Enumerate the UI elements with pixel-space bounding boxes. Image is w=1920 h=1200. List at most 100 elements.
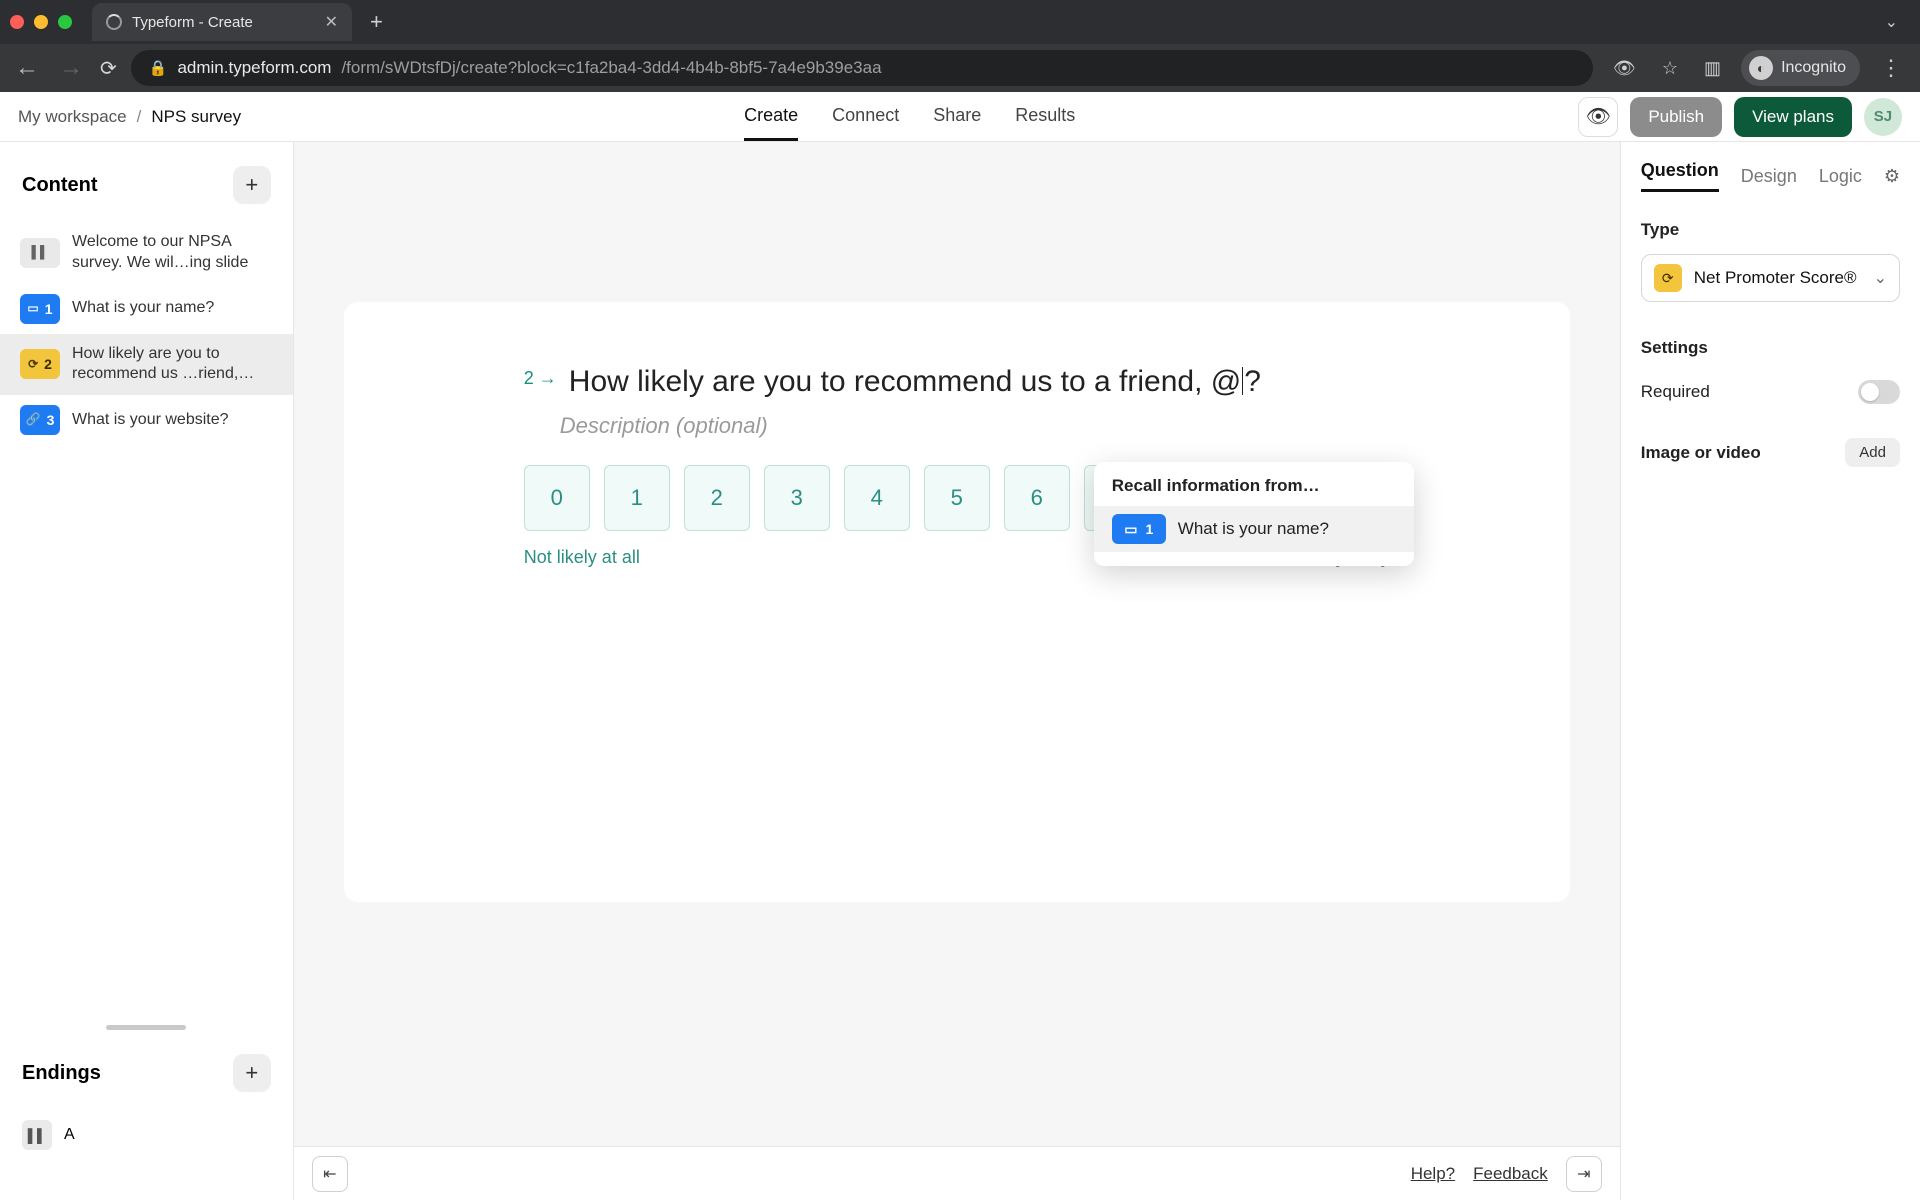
- recall-popover-title: Recall information from…: [1094, 476, 1414, 506]
- description-input[interactable]: Description (optional): [560, 413, 1354, 439]
- canvas-area: 2 → How likely are you to recommend us t…: [294, 142, 1620, 1200]
- url-path: /form/sWDtsfDj/create?block=c1fa2ba4-3dd…: [341, 58, 881, 78]
- type-dropdown[interactable]: ⟳ Net Promoter Score® ⌄: [1641, 254, 1900, 302]
- minimize-window-icon[interactable]: [34, 15, 48, 29]
- back-button[interactable]: ←: [12, 54, 42, 82]
- badge-number: 3: [47, 411, 55, 429]
- app-header: My workspace / NPS survey Create Connect…: [0, 92, 1920, 142]
- incognito-chip[interactable]: ◐ Incognito: [1741, 50, 1860, 86]
- nps-option[interactable]: 1: [604, 465, 670, 531]
- breadcrumb: My workspace / NPS survey: [18, 107, 241, 127]
- avatar[interactable]: SJ: [1864, 98, 1902, 136]
- question-canvas: 2 → How likely are you to recommend us t…: [344, 302, 1570, 902]
- list-item[interactable]: ▌▌ Welcome to our NPSA survey. We wil…in…: [0, 222, 293, 284]
- url-host: admin.typeform.com: [177, 58, 331, 78]
- content-header: Content +: [0, 142, 293, 222]
- help-link[interactable]: Help?: [1411, 1164, 1455, 1184]
- window-controls: [10, 15, 72, 29]
- question-row: 2 → How likely are you to recommend us t…: [524, 362, 1390, 403]
- address-bar[interactable]: 🔒 admin.typeform.com /form/sWDtsfDj/crea…: [131, 50, 1593, 86]
- left-sidebar: Content + ▌▌ Welcome to our NPSA survey.…: [0, 142, 294, 1200]
- question-text-suffix: ?: [1244, 365, 1261, 398]
- nps-option[interactable]: 5: [924, 465, 990, 531]
- browser-menu-icon[interactable]: ⋮: [1874, 55, 1908, 81]
- add-media-button[interactable]: Add: [1845, 438, 1900, 467]
- incognito-label: Incognito: [1781, 59, 1846, 77]
- bookmark-star-icon[interactable]: ☆: [1656, 58, 1684, 79]
- ending-letter: A: [64, 1126, 75, 1144]
- tab-results[interactable]: Results: [1015, 93, 1075, 141]
- side-panel-icon[interactable]: ▥: [1698, 58, 1727, 79]
- nps-option[interactable]: 4: [844, 465, 910, 531]
- incognito-icon: ◐: [1749, 56, 1773, 80]
- form-title[interactable]: NPS survey: [151, 107, 241, 127]
- view-plans-button[interactable]: View plans: [1734, 97, 1852, 137]
- eye-off-icon[interactable]: 👁: [1607, 58, 1642, 79]
- required-toggle[interactable]: [1858, 380, 1900, 404]
- collapse-right-button[interactable]: ⇥: [1566, 1156, 1602, 1192]
- header-tabs: Create Connect Share Results: [744, 93, 1075, 141]
- preview-button[interactable]: 👁: [1578, 97, 1618, 137]
- media-label: Image or video: [1641, 443, 1761, 463]
- close-tab-icon[interactable]: ✕: [325, 12, 338, 32]
- tab-connect[interactable]: Connect: [832, 93, 899, 141]
- tab-logic[interactable]: Logic: [1819, 166, 1862, 187]
- tab-overflow-icon[interactable]: ⌄: [1873, 12, 1910, 32]
- type-value: Net Promoter Score®: [1694, 268, 1862, 288]
- tab-design[interactable]: Design: [1741, 166, 1797, 187]
- gear-icon[interactable]: ⚙: [1884, 166, 1900, 187]
- required-row: Required: [1641, 380, 1900, 404]
- list-item[interactable]: ⟳2 How likely are you to recommend us …r…: [0, 334, 293, 396]
- badge-number: 1: [45, 300, 53, 318]
- browser-tab[interactable]: Typeform - Create ✕: [92, 3, 352, 41]
- badge-number: 2: [44, 355, 52, 373]
- maximize-window-icon[interactable]: [58, 15, 72, 29]
- recall-option-badge: ▭1: [1112, 514, 1166, 544]
- nps-option[interactable]: 2: [684, 465, 750, 531]
- list-item-label: How likely are you to recommend us …rien…: [72, 344, 273, 386]
- list-item[interactable]: 🔗3 What is your website?: [0, 395, 293, 445]
- nps-option[interactable]: 0: [524, 465, 590, 531]
- reload-button[interactable]: ⟳: [100, 56, 117, 81]
- required-label: Required: [1641, 382, 1710, 402]
- endings-title: Endings: [22, 1062, 101, 1085]
- list-item-label: What is your website?: [72, 410, 273, 431]
- tab-share[interactable]: Share: [933, 93, 981, 141]
- workspace-link[interactable]: My workspace: [18, 107, 127, 127]
- endings-header: Endings +: [0, 1030, 293, 1110]
- recall-popover: Recall information from… ▭1 What is your…: [1094, 462, 1414, 566]
- list-item-label: What is your name?: [72, 298, 273, 319]
- list-item[interactable]: ▭1 What is your name?: [0, 284, 293, 334]
- settings-section-title: Settings: [1641, 338, 1900, 358]
- welcome-icon: ▌▌: [20, 238, 60, 268]
- collapse-left-button[interactable]: ⇤: [312, 1156, 348, 1192]
- new-tab-button[interactable]: +: [362, 9, 391, 35]
- close-window-icon[interactable]: [10, 15, 24, 29]
- add-content-button[interactable]: +: [233, 166, 271, 204]
- nps-option[interactable]: 6: [1004, 465, 1070, 531]
- feedback-link[interactable]: Feedback: [1473, 1164, 1548, 1184]
- right-sidebar: Question Design Logic ⚙ Type ⟳ Net Promo…: [1620, 142, 1920, 1200]
- short-text-icon: ▭1: [20, 294, 60, 324]
- list-item-label: Welcome to our NPSA survey. We wil…ing s…: [72, 232, 273, 274]
- tab-create[interactable]: Create: [744, 93, 798, 141]
- forward-button: →: [56, 54, 86, 82]
- recall-option[interactable]: ▭1 What is your name?: [1094, 506, 1414, 552]
- lock-icon: 🔒: [149, 59, 168, 77]
- question-list: ▌▌ Welcome to our NPSA survey. We wil…in…: [0, 222, 293, 445]
- loading-spinner-icon: [106, 14, 122, 30]
- right-tabs: Question Design Logic ⚙: [1641, 160, 1900, 192]
- ending-item[interactable]: ▌▌ A: [0, 1110, 293, 1160]
- content-title: Content: [22, 174, 98, 197]
- nps-type-icon: ⟳: [1654, 264, 1682, 292]
- eye-icon: 👁: [1586, 104, 1611, 129]
- breadcrumb-sep: /: [137, 107, 142, 127]
- add-ending-button[interactable]: +: [233, 1054, 271, 1092]
- tab-title: Typeform - Create: [132, 14, 253, 31]
- publish-button[interactable]: Publish: [1630, 97, 1722, 137]
- website-icon: 🔗3: [20, 405, 60, 435]
- question-title-input[interactable]: How likely are you to recommend us to a …: [569, 362, 1261, 403]
- media-row: Image or video Add: [1641, 438, 1900, 467]
- nps-option[interactable]: 3: [764, 465, 830, 531]
- tab-question[interactable]: Question: [1641, 160, 1719, 192]
